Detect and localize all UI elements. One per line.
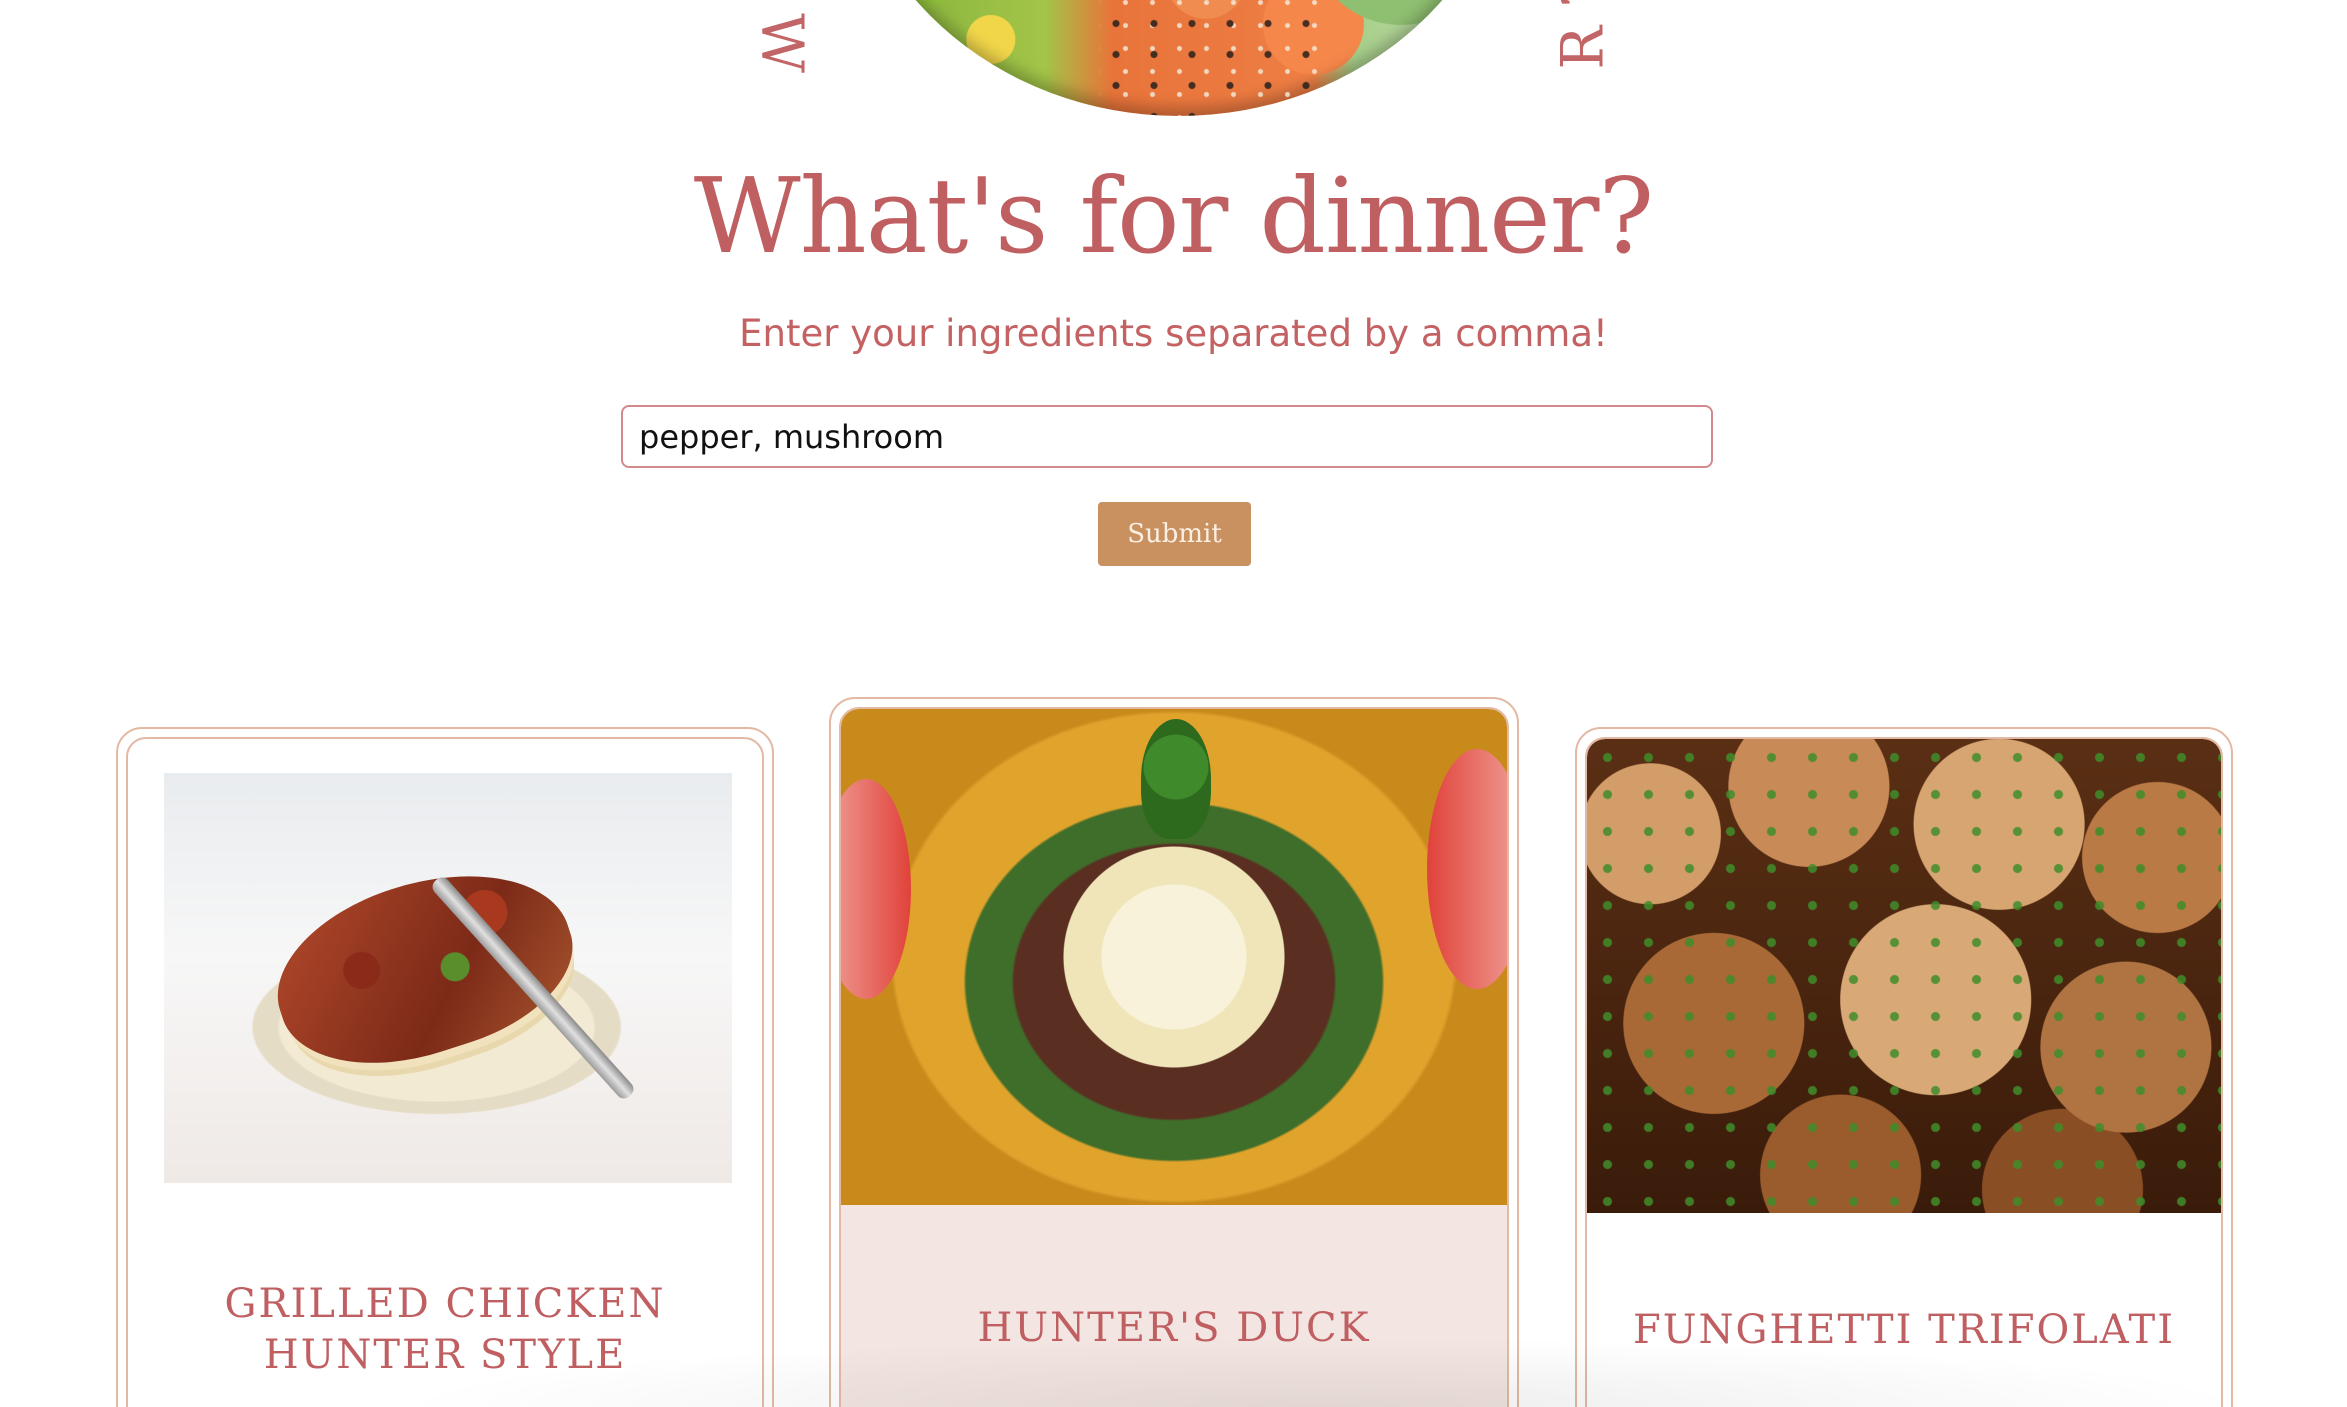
recipe-card-inner: FUNGHETTI TRIFOLATI xyxy=(1585,737,2223,1407)
recipe-title[interactable]: HUNTER'S DUCK xyxy=(841,1303,1507,1354)
tomato-wedge-shape xyxy=(841,779,911,999)
title-wrapper: What's for dinner? xyxy=(0,155,2347,277)
recipe-photo-grilled-chicken[interactable] xyxy=(164,773,732,1183)
submit-button[interactable]: Submit xyxy=(1098,502,1251,566)
recipe-photo-funghetti-trifolati[interactable] xyxy=(1587,739,2221,1213)
circular-text-left: W xyxy=(747,13,816,73)
recipe-photo-hunters-duck[interactable] xyxy=(841,709,1507,1205)
recipe-title[interactable]: FUNGHETTI TRIFOLATI xyxy=(1587,1305,2221,1356)
recipe-card-funghetti-trifolati[interactable]: FUNGHETTI TRIFOLATI xyxy=(1575,727,2233,1407)
page: W R ? What's for dinner? Enter your ingr… xyxy=(0,0,2347,1407)
recipe-title[interactable]: GRILLED CHICKEN HUNTER STYLE xyxy=(128,1279,762,1381)
tomato-wedge-shape xyxy=(1427,749,1507,989)
recipe-card-inner: HUNTER'S DUCK xyxy=(839,707,1509,1407)
circular-text-right: R ? xyxy=(1548,0,1617,70)
poke-bowl-image xyxy=(843,0,1515,116)
page-subtitle: Enter your ingredients separated by a co… xyxy=(739,312,1608,355)
recipe-card-grilled-chicken[interactable]: GRILLED CHICKEN HUNTER STYLE xyxy=(116,727,774,1407)
chicken-dish-shape xyxy=(255,840,593,1096)
parsley-garnish-shape xyxy=(1141,719,1211,839)
ingredients-input[interactable] xyxy=(621,405,1713,468)
recipe-card-hunters-duck[interactable]: HUNTER'S DUCK xyxy=(829,697,1519,1407)
page-title: What's for dinner? xyxy=(691,155,1656,277)
recipe-card-inner: GRILLED CHICKEN HUNTER STYLE xyxy=(126,737,764,1407)
